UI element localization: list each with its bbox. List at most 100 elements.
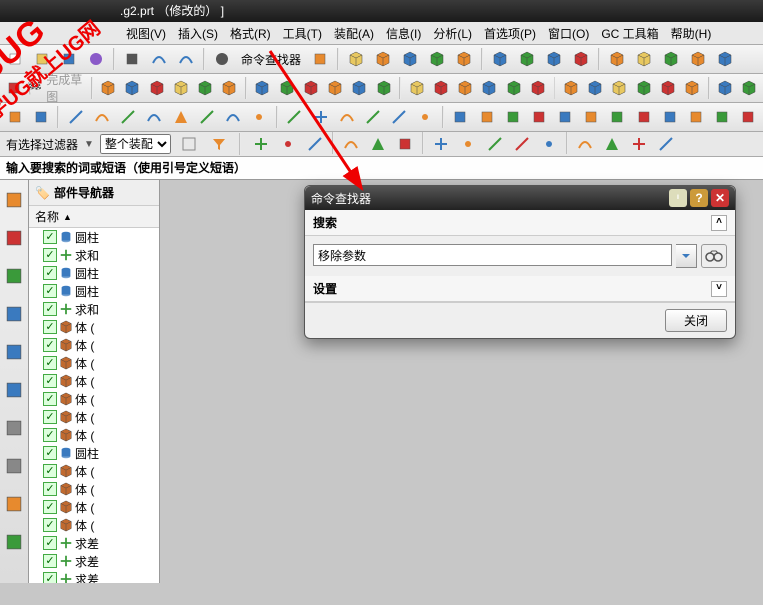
tree-item[interactable]: ✓求和 [29, 246, 159, 264]
collapse-icon[interactable]: ˄ [711, 215, 727, 231]
redo-button[interactable] [174, 47, 198, 71]
command-finder-label[interactable]: 命令查找器 [237, 51, 305, 68]
menu-item[interactable]: 帮助(H) [665, 25, 718, 42]
checkbox-icon[interactable]: ✓ [43, 248, 57, 262]
modeling-button[interactable] [195, 76, 216, 100]
chevron-down-icon[interactable]: ▼ [84, 139, 94, 150]
checkbox-icon[interactable]: ✓ [43, 464, 57, 478]
tree-item[interactable]: ✓体 ( [29, 516, 159, 534]
menu-item[interactable]: 装配(A) [328, 25, 380, 42]
modeling-button[interactable] [252, 76, 273, 100]
side-tab[interactable] [2, 226, 26, 250]
sketch-tool[interactable] [143, 105, 166, 129]
modeling-button[interactable] [325, 76, 346, 100]
modeling-button[interactable] [585, 76, 606, 100]
dialog-close-button[interactable]: ✕ [711, 189, 729, 207]
snap-button[interactable] [654, 132, 678, 156]
tree-item[interactable]: ✓求差 [29, 552, 159, 570]
modeling-button[interactable] [609, 76, 630, 100]
menu-item[interactable]: 信息(I) [380, 25, 427, 42]
modeling-button[interactable] [373, 76, 394, 100]
tree-item[interactable]: ✓体 ( [29, 354, 159, 372]
sketch-tool[interactable] [90, 105, 113, 129]
modeling-button[interactable] [479, 76, 500, 100]
modeling-button[interactable] [122, 76, 143, 100]
view-button[interactable] [527, 105, 550, 129]
snap-button[interactable] [456, 132, 480, 156]
menu-item[interactable]: 视图(V) [120, 25, 172, 42]
modeling-button[interactable] [300, 76, 321, 100]
navigator-tree[interactable]: ✓圆柱✓求和✓圆柱✓圆柱✓求和✓体 (✓体 (✓体 (✓体 (✓体 (✓体 (✓… [29, 228, 159, 583]
tree-item[interactable]: ✓体 ( [29, 408, 159, 426]
checkbox-icon[interactable]: ✓ [43, 338, 57, 352]
checkbox-icon[interactable]: ✓ [43, 284, 57, 298]
checkbox-icon[interactable]: ✓ [43, 554, 57, 568]
tree-item[interactable]: ✓圆柱 [29, 444, 159, 462]
modeling-button[interactable] [682, 76, 703, 100]
snap-button[interactable] [627, 132, 651, 156]
feature-button[interactable] [371, 47, 395, 71]
text-A-icon[interactable] [3, 76, 24, 100]
tree-item[interactable]: ✓体 ( [29, 480, 159, 498]
dialog-titlebar[interactable]: 命令查找器 ᶦ ? ✕ [305, 186, 735, 210]
sketch-tool[interactable] [248, 105, 271, 129]
binoculars-icon[interactable] [210, 47, 234, 71]
checkbox-icon[interactable]: ✓ [43, 500, 57, 514]
filter-icon-1[interactable] [177, 132, 201, 156]
snap-button[interactable] [339, 132, 363, 156]
tree-item[interactable]: ✓体 ( [29, 372, 159, 390]
feature-button[interactable] [659, 47, 683, 71]
file-button[interactable] [3, 47, 27, 71]
checkbox-icon[interactable]: ✓ [43, 446, 57, 460]
modeling-button[interactable] [715, 76, 736, 100]
snap-button[interactable] [249, 132, 273, 156]
search-go-icon[interactable] [308, 47, 332, 71]
modeling-button[interactable] [560, 76, 581, 100]
feature-button[interactable] [713, 47, 737, 71]
side-tab[interactable] [2, 492, 26, 516]
feature-button[interactable] [569, 47, 593, 71]
navigator-column-header[interactable]: 名称 ▲ [29, 206, 159, 228]
view-button[interactable] [737, 105, 760, 129]
snap-button[interactable] [537, 132, 561, 156]
icon[interactable] [29, 105, 52, 129]
feature-button[interactable] [515, 47, 539, 71]
view-button[interactable] [554, 105, 577, 129]
checkbox-icon[interactable]: ✓ [43, 518, 57, 532]
menu-item[interactable]: 格式(R) [224, 25, 277, 42]
checkbox-icon[interactable]: ✓ [43, 230, 57, 244]
assembly-select[interactable]: 整个装配 [100, 134, 171, 154]
modeling-button[interactable] [455, 76, 476, 100]
feature-button[interactable] [425, 47, 449, 71]
side-tab[interactable] [2, 454, 26, 478]
modeling-button[interactable] [503, 76, 524, 100]
modeling-button[interactable] [146, 76, 167, 100]
tree-item[interactable]: ✓体 ( [29, 426, 159, 444]
checkbox-icon[interactable]: ✓ [43, 266, 57, 280]
side-tab[interactable] [2, 188, 26, 212]
checkbox-icon[interactable]: ✓ [43, 482, 57, 496]
modeling-button[interactable] [349, 76, 370, 100]
sketch-tool[interactable] [361, 105, 384, 129]
search-dropdown-button[interactable] [676, 244, 697, 268]
menu-item[interactable]: 插入(S) [172, 25, 224, 42]
feature-button[interactable] [605, 47, 629, 71]
menu-item[interactable]: 工具(T) [277, 25, 328, 42]
feature-button[interactable] [344, 47, 368, 71]
snap-button[interactable] [393, 132, 417, 156]
view-button[interactable] [632, 105, 655, 129]
search-section-header[interactable]: 搜索 ˄ [305, 210, 735, 236]
binoculars-icon[interactable] [701, 244, 727, 268]
sketch-tool[interactable] [195, 105, 218, 129]
feature-button[interactable] [488, 47, 512, 71]
tree-item[interactable]: ✓圆柱 [29, 264, 159, 282]
modeling-button[interactable] [430, 76, 451, 100]
file-button[interactable] [30, 47, 54, 71]
checkbox-icon[interactable]: ✓ [43, 374, 57, 388]
view-button[interactable] [684, 105, 707, 129]
feature-button[interactable] [686, 47, 710, 71]
checkbox-icon[interactable]: ✓ [43, 320, 57, 334]
close-button[interactable]: 关闭 [665, 309, 727, 332]
checkbox-icon[interactable]: ✓ [43, 536, 57, 550]
checkbox-icon[interactable]: ✓ [43, 428, 57, 442]
